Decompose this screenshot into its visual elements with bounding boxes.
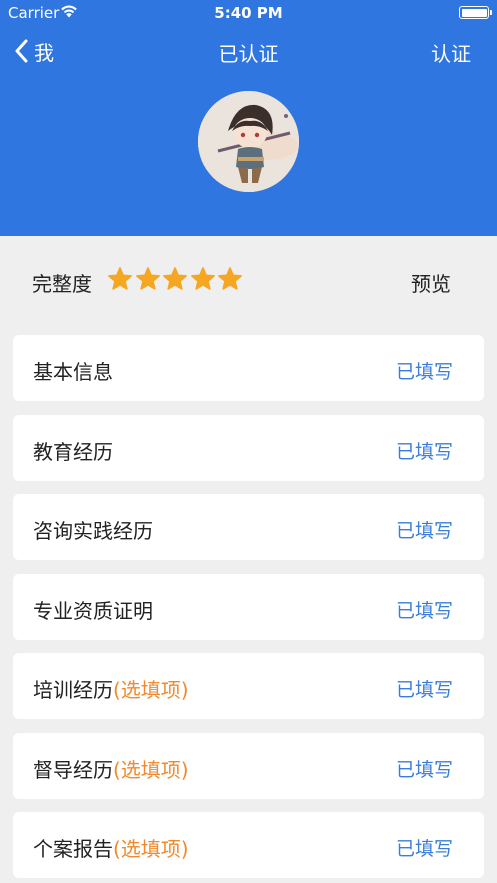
star-icon — [108, 267, 132, 290]
section-title-text: 教育经历 — [33, 440, 113, 464]
section-title: 个案报告(选填项) — [33, 833, 189, 862]
completeness-row: 完整度 预览 — [0, 248, 497, 312]
section-card[interactable]: 督导经历(选填项) 已填写 — [13, 733, 484, 799]
section-card[interactable]: 基本信息 已填写 — [13, 335, 484, 401]
section-status: 已填写 — [395, 838, 453, 860]
page-title: 已认证 — [218, 42, 279, 66]
section-title-text: 基本信息 — [33, 360, 113, 384]
star-icon — [163, 267, 188, 290]
section-title: 督导经历(选填项) — [33, 754, 189, 783]
section-status: 已填写 — [395, 361, 453, 383]
section-card[interactable]: 专业资质证明 已填写 — [13, 574, 484, 640]
section-title-text: 个案报告 — [33, 837, 113, 861]
profile-header: Carrier 5:40 PM 我 已认证 认证 — [0, 0, 497, 236]
star-icon — [218, 267, 243, 290]
optional-tag: (选填项) — [113, 678, 189, 702]
optional-tag: (选填项) — [113, 837, 189, 861]
avatar-image — [198, 91, 299, 192]
section-status: 已填写 — [395, 759, 453, 781]
avatar[interactable] — [198, 91, 299, 192]
battery-icon — [459, 6, 492, 19]
section-title: 培训经历(选填项) — [33, 674, 189, 703]
star-icon — [190, 267, 215, 290]
section-title-text: 咨询实践经历 — [33, 519, 153, 543]
section-title: 教育经历 — [33, 436, 113, 465]
section-status: 已填写 — [395, 600, 453, 622]
section-card[interactable]: 教育经历 已填写 — [13, 415, 484, 481]
section-title: 基本信息 — [33, 356, 113, 385]
section-title-text: 培训经历 — [33, 678, 113, 702]
section-title-text: 督导经历 — [33, 758, 113, 782]
star-icon — [135, 267, 160, 290]
section-status: 已填写 — [395, 520, 453, 542]
section-status: 已填写 — [395, 679, 453, 701]
section-card[interactable]: 培训经历(选填项) 已填写 — [13, 653, 484, 719]
section-title-text: 专业资质证明 — [33, 599, 153, 623]
section-title: 咨询实践经历 — [33, 515, 153, 544]
preview-button[interactable]: 预览 — [411, 268, 451, 297]
completeness-label: 完整度 — [32, 272, 92, 296]
status-bar: Carrier 5:40 PM — [0, 0, 497, 26]
status-time: 5:40 PM — [214, 4, 283, 22]
section-card[interactable]: 咨询实践经历 已填写 — [13, 494, 484, 560]
section-title: 专业资质证明 — [33, 595, 153, 624]
optional-tag: (选填项) — [113, 758, 189, 782]
section-status: 已填写 — [395, 441, 453, 463]
certify-button[interactable]: 认证 — [431, 38, 471, 67]
completeness-rating — [107, 266, 245, 292]
section-card[interactable]: 个案报告(选填项) 已填写 — [13, 812, 484, 878]
nav-bar: 我 已认证 认证 — [0, 32, 497, 70]
